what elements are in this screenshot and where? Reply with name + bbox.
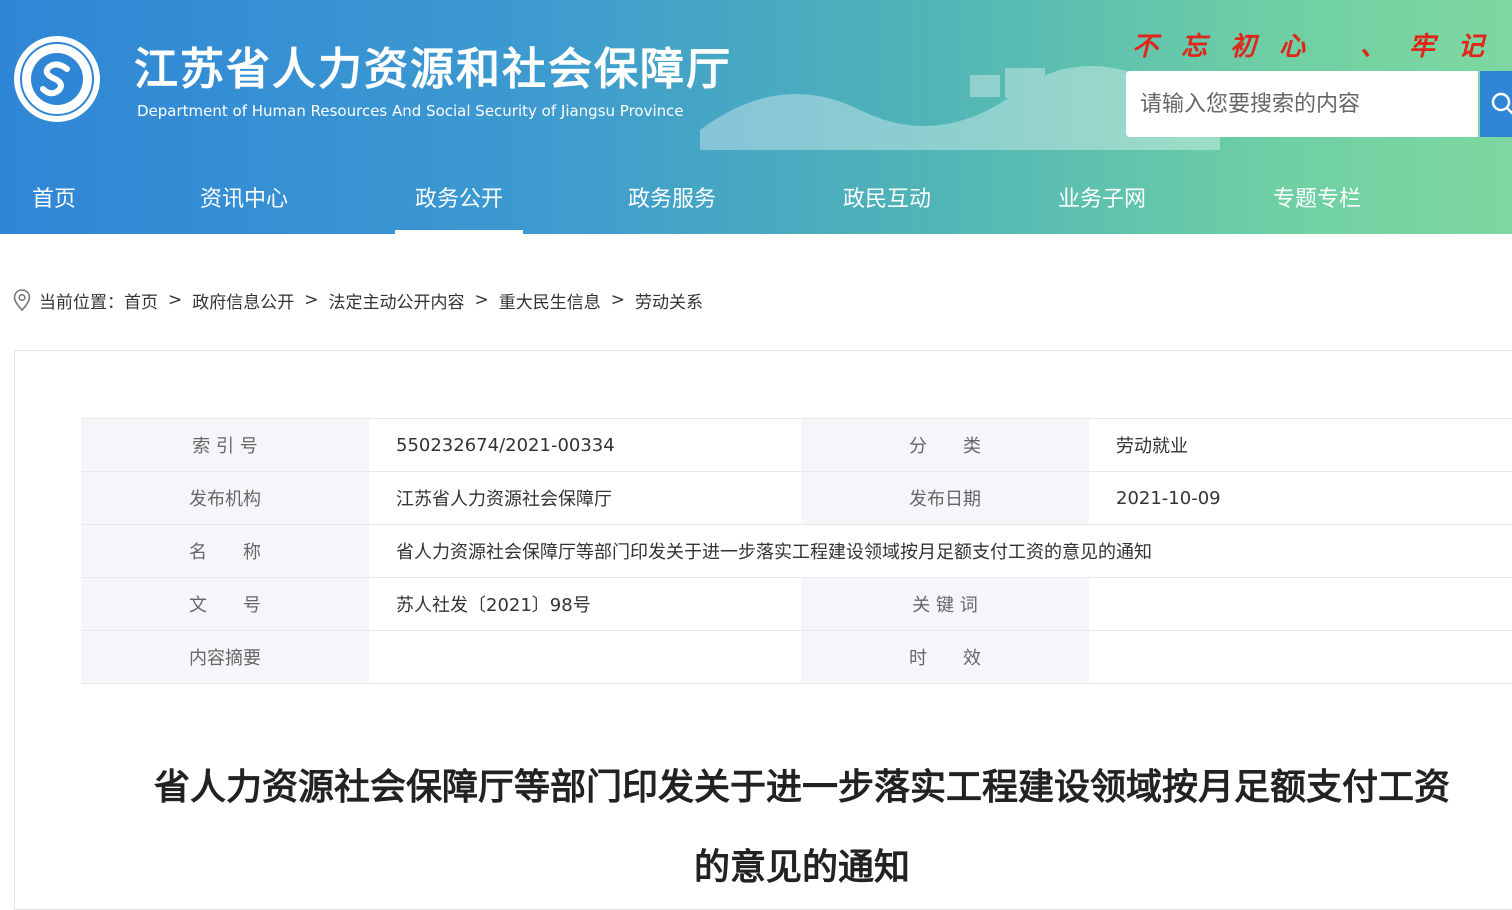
nav-item-gov-open[interactable]: 政务公开 bbox=[395, 166, 523, 234]
breadcrumb-prefix: 当前位置： bbox=[39, 292, 124, 313]
search-input[interactable] bbox=[1126, 71, 1478, 137]
meta-value-keywords bbox=[1089, 577, 1512, 631]
meta-label-summary: 内容摘要 bbox=[81, 630, 369, 684]
main-nav: 首页 资讯中心 政务公开 政务服务 政民互动 业务子网 专题专栏 bbox=[0, 166, 1512, 234]
nav-item-home[interactable]: 首页 bbox=[14, 166, 94, 234]
breadcrumb-separator: > bbox=[304, 290, 319, 310]
breadcrumb-separator: > bbox=[610, 290, 625, 310]
meta-value-category: 劳动就业 bbox=[1089, 418, 1512, 472]
meta-label-index: 索 引 号 bbox=[81, 418, 369, 472]
breadcrumb: 当前位置： 首页 > 政府信息公开 > 法定主动公开内容 > 重大民生信息 > … bbox=[13, 286, 703, 314]
location-pin-icon bbox=[13, 289, 31, 311]
search-button[interactable] bbox=[1480, 71, 1512, 137]
site-title: 江苏省人力资源和社会保障厅 bbox=[134, 44, 732, 95]
breadcrumb-separator: > bbox=[168, 290, 183, 310]
article-title: 省人力资源社会保障厅等部门印发关于进一步落实工程建设领域按月足额支付工资 的意见… bbox=[60, 748, 1512, 908]
meta-label-name: 名 称 bbox=[81, 524, 369, 578]
article-title-line-1: 省人力资源社会保障厅等部门印发关于进一步落实工程建设领域按月足额支付工资 bbox=[153, 767, 1450, 808]
nav-item-topics[interactable]: 专题专栏 bbox=[1255, 166, 1379, 234]
breadcrumb-link-livelihood[interactable]: 重大民生信息 bbox=[499, 288, 601, 313]
nav-item-subsites[interactable]: 业务子网 bbox=[1040, 166, 1164, 234]
breadcrumb-link-gov-info[interactable]: 政府信息公开 bbox=[192, 288, 294, 313]
nav-item-news[interactable]: 资讯中心 bbox=[182, 166, 306, 234]
article-title-line-2: 的意见的通知 bbox=[693, 847, 910, 888]
search-icon bbox=[1491, 92, 1512, 115]
breadcrumb-link-home[interactable]: 首页 bbox=[124, 288, 158, 313]
nav-item-interaction[interactable]: 政民互动 bbox=[825, 166, 949, 234]
breadcrumb-link-labor[interactable]: 劳动关系 bbox=[635, 288, 703, 313]
site-header: 江苏省人力资源和社会保障厅 Department of Human Resour… bbox=[0, 0, 1512, 234]
meta-value-summary bbox=[369, 630, 801, 684]
table-row: 发布机构 江苏省人力资源社会保障厅 发布日期 2021-10-09 bbox=[81, 471, 1512, 525]
site-subtitle: Department of Human Resources And Social… bbox=[137, 102, 684, 120]
meta-value-publisher: 江苏省人力资源社会保障厅 bbox=[369, 471, 801, 525]
document-metadata-table: 索 引 号 550232674/2021-00334 分 类 劳动就业 发布机构… bbox=[81, 418, 1512, 684]
breadcrumb-link-statutory[interactable]: 法定主动公开内容 bbox=[329, 288, 465, 313]
table-row: 文 号 苏人社发〔2021〕98号 关 键 词 bbox=[81, 577, 1512, 631]
meta-value-index: 550232674/2021-00334 bbox=[369, 418, 801, 472]
meta-label-publish-date: 发布日期 bbox=[801, 471, 1089, 525]
breadcrumb-separator: > bbox=[474, 290, 489, 310]
meta-value-validity bbox=[1089, 630, 1512, 684]
table-row: 内容摘要 时 效 bbox=[81, 630, 1512, 684]
meta-value-doc-number: 苏人社发〔2021〕98号 bbox=[369, 577, 801, 631]
table-row: 索 引 号 550232674/2021-00334 分 类 劳动就业 bbox=[81, 418, 1512, 472]
nav-item-gov-service[interactable]: 政务服务 bbox=[610, 166, 734, 234]
meta-label-validity: 时 效 bbox=[801, 630, 1089, 684]
department-logo[interactable] bbox=[13, 35, 101, 123]
meta-value-publish-date: 2021-10-09 bbox=[1089, 471, 1512, 525]
meta-label-category: 分 类 bbox=[801, 418, 1089, 472]
meta-label-publisher: 发布机构 bbox=[81, 471, 369, 525]
table-row: 名 称 省人力资源社会保障厅等部门印发关于进一步落实工程建设领域按月足额支付工资… bbox=[81, 524, 1512, 578]
meta-value-name: 省人力资源社会保障厅等部门印发关于进一步落实工程建设领域按月足额支付工资的意见的… bbox=[369, 524, 1512, 578]
slogan-text: 不忘初心 、牢记 bbox=[1132, 32, 1508, 62]
meta-label-keywords: 关 键 词 bbox=[801, 577, 1089, 631]
meta-label-doc-number: 文 号 bbox=[81, 577, 369, 631]
